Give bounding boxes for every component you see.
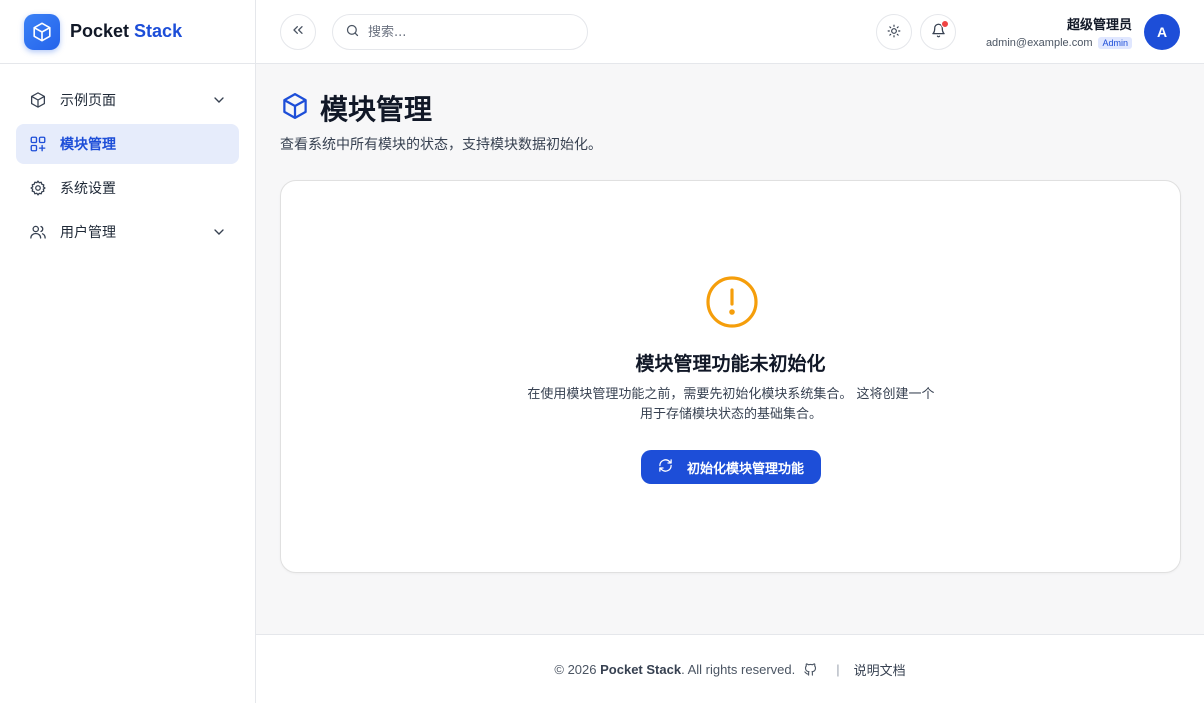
sidebar-item-label: 示例页面	[60, 93, 116, 109]
avatar[interactable]: A	[1144, 14, 1180, 50]
copyright-prefix: © 2026	[554, 661, 597, 677]
cube-icon	[280, 91, 310, 125]
sidebar-item-label: 模块管理	[60, 137, 116, 153]
chevrons-left-icon	[290, 22, 306, 42]
chevron-down-icon	[211, 224, 227, 244]
sidebar-item-settings[interactable]: 系统设置	[16, 168, 239, 208]
sidebar-item-users[interactable]: 用户管理	[16, 212, 239, 252]
initialize-button[interactable]: 初始化模块管理功能	[641, 450, 821, 484]
notification-dot	[941, 20, 949, 28]
cube-icon	[28, 90, 48, 110]
sidebar-nav: 示例页面 模块管理 系统设置 用户管理	[0, 64, 255, 272]
sidebar-item-label: 系统设置	[60, 181, 116, 197]
alert-circle-icon	[705, 275, 759, 333]
card-description: 在使用模块管理功能之前，需要先初始化模块系统集合。 这将创建一个 用于存储模块状…	[501, 385, 961, 425]
sidebar: Pocket Stack 示例页面 模块管理 系统设置 用户管理	[0, 0, 256, 703]
brand[interactable]: Pocket Stack	[0, 0, 255, 64]
page-description: 查看系统中所有模块的状态，支持模块数据初始化。	[280, 137, 602, 153]
docs-link[interactable]: 说明文档	[854, 660, 906, 679]
sun-icon	[887, 23, 901, 42]
card-description-line: 用于存储模块状态的基础集合。	[639, 407, 822, 422]
chevron-down-icon	[211, 92, 227, 112]
page-title: 模块管理	[320, 93, 433, 126]
sidebar-item-label: 用户管理	[60, 225, 116, 241]
footer-separator: |	[836, 661, 840, 677]
theme-toggle-button[interactable]	[876, 14, 912, 50]
brand-name-part1: Pocket	[70, 21, 130, 41]
footer: © 2026 Pocket Stack. All rights reserved…	[256, 634, 1204, 703]
sidebar-item-examples[interactable]: 示例页面	[16, 80, 239, 120]
brand-name-part2: Stack	[134, 21, 183, 41]
copyright-brand: Pocket Stack	[600, 661, 682, 677]
brand-name: Pocket Stack	[70, 21, 182, 42]
initialize-button-label: 初始化模块管理功能	[686, 461, 804, 477]
user-email: admin@example.com	[985, 37, 1093, 49]
user-info[interactable]: 超级管理员 admin@example.com Admin	[986, 14, 1132, 49]
search-box[interactable]	[332, 14, 588, 50]
card-description-line: 在使用模块管理功能之前，需要先初始化模块系统集合。 这将创建一个	[527, 387, 935, 402]
users-icon	[28, 222, 48, 242]
card-title: 模块管理功能未初始化	[635, 353, 826, 375]
grid-plus-icon	[28, 134, 48, 154]
user-name: 超级管理员	[1066, 18, 1132, 33]
gear-icon	[28, 178, 48, 198]
collapse-sidebar-button[interactable]	[280, 14, 316, 50]
search-icon	[345, 23, 360, 42]
refresh-icon	[658, 458, 673, 477]
notifications-button[interactable]	[920, 14, 956, 50]
github-icon[interactable]	[803, 662, 818, 677]
role-badge: Admin	[1098, 37, 1132, 49]
sidebar-item-modules[interactable]: 模块管理	[16, 124, 239, 164]
copyright-suffix: . All rights reserved.	[681, 661, 796, 677]
search-input[interactable]	[368, 24, 568, 40]
init-card: 模块管理功能未初始化 在使用模块管理功能之前，需要先初始化模块系统集合。 这将创…	[280, 180, 1181, 573]
cube-logo-icon	[24, 13, 60, 50]
top-header: 超级管理员 admin@example.com Admin A	[256, 0, 1204, 64]
